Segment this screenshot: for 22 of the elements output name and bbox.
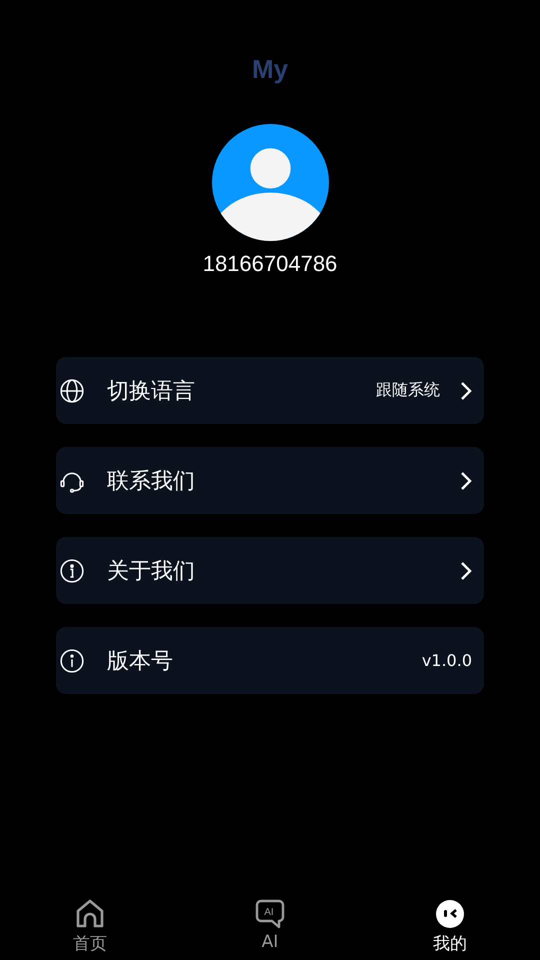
info-icon bbox=[59, 648, 85, 674]
menu-item[interactable]: 联系我们 bbox=[56, 447, 484, 514]
avatar-icon bbox=[212, 124, 328, 241]
menu-label: 版本号 bbox=[107, 648, 173, 676]
menu-label: 切换语言 bbox=[107, 378, 195, 406]
menu-label: 关于我们 bbox=[107, 558, 195, 586]
info-icon bbox=[59, 558, 85, 584]
menu-value: v1.0.0 bbox=[422, 651, 472, 670]
globe-icon bbox=[59, 378, 85, 404]
face-icon bbox=[434, 898, 466, 930]
menu-item[interactable]: 版本号 v1.0.0 bbox=[56, 627, 484, 694]
home-icon bbox=[74, 898, 106, 930]
menu-item[interactable]: 关于我们 bbox=[56, 537, 484, 604]
ai-chat-icon: AI bbox=[254, 898, 286, 930]
menu-value: 跟随系统 bbox=[376, 380, 440, 401]
tab-item[interactable]: 首页 bbox=[0, 884, 180, 960]
tab-item[interactable]: AI AI bbox=[180, 884, 360, 960]
phone-number: 18166704786 bbox=[202, 250, 338, 278]
tab-item[interactable]: 我的 bbox=[360, 884, 540, 960]
page-title: My bbox=[252, 53, 288, 86]
menu-item[interactable]: 切换语言 跟随系统 bbox=[56, 357, 484, 424]
menu-label: 联系我们 bbox=[107, 468, 195, 496]
